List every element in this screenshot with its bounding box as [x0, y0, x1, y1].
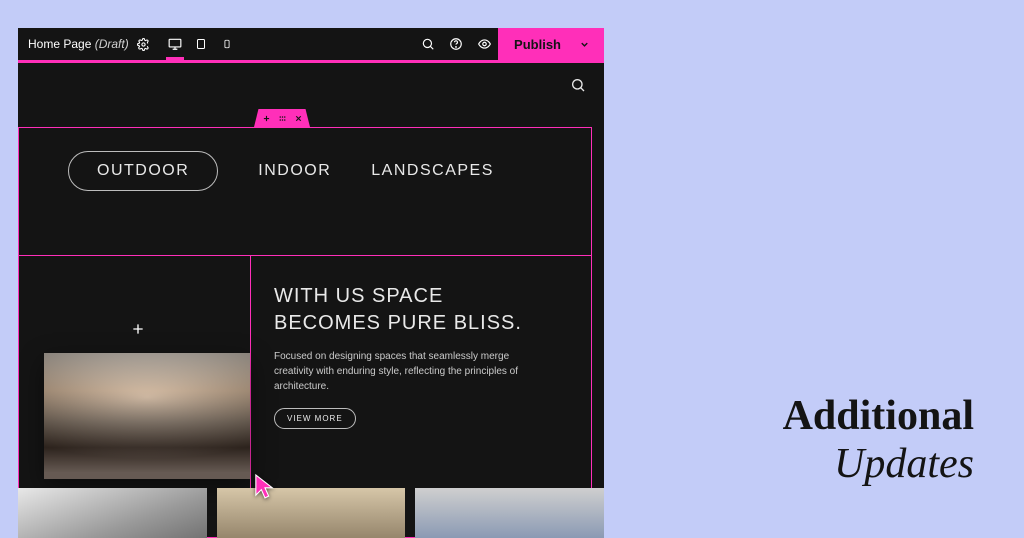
search-button[interactable] [414, 28, 442, 60]
preview-button[interactable] [470, 28, 498, 60]
publish-label: Publish [514, 37, 561, 52]
canvas-search-icon[interactable] [570, 77, 586, 93]
page-title: Home Page (Draft) [28, 37, 129, 51]
copy-block: WITH US SPACE BECOMES PURE BLISS. Focuse… [274, 283, 574, 429]
promo-headline: Additional Updates [783, 392, 974, 488]
settings-button[interactable] [137, 38, 150, 51]
add-content-button[interactable] [130, 321, 146, 337]
section-h-divider [18, 255, 592, 256]
help-button[interactable] [442, 28, 470, 60]
device-mobile-button[interactable] [216, 28, 238, 60]
nav-tabs: OUTDOOR INDOOR LANDSCAPES [18, 151, 604, 191]
body-text[interactable]: Focused on designing spaces that seamles… [274, 349, 534, 394]
promo-line2: Updates [783, 440, 974, 488]
gallery-image[interactable] [18, 488, 207, 538]
publish-button[interactable]: Publish [498, 28, 604, 60]
headline-line2: BECOMES PURE BLISS. [274, 312, 522, 334]
headline[interactable]: WITH US SPACE BECOMES PURE BLISS. [274, 283, 574, 337]
plus-icon [262, 114, 271, 123]
block-handle[interactable] [254, 109, 310, 127]
drag-icon [277, 114, 288, 123]
gallery-strip [18, 488, 604, 538]
gallery-image[interactable] [217, 488, 406, 538]
floating-image-tile[interactable] [44, 353, 250, 479]
device-toggles [164, 28, 238, 60]
editor-toolbar: Home Page (Draft) [18, 28, 604, 60]
device-desktop-button[interactable] [164, 28, 186, 60]
close-icon [294, 114, 303, 123]
page-name: Home Page [28, 37, 91, 51]
nav-tab-indoor[interactable]: INDOOR [258, 152, 331, 190]
promo-line1: Additional [783, 392, 974, 440]
editor-canvas[interactable]: OUTDOOR INDOOR LANDSCAPES WITH US SPACE … [18, 63, 604, 538]
draft-label: (Draft) [95, 37, 129, 51]
gallery-image[interactable] [415, 488, 604, 538]
device-tablet-button[interactable] [190, 28, 212, 60]
nav-tab-outdoor[interactable]: OUTDOOR [68, 151, 218, 191]
editor-window: Home Page (Draft) [18, 28, 604, 538]
view-more-button[interactable]: VIEW MORE [274, 408, 356, 429]
chevron-down-icon [579, 39, 590, 50]
nav-tab-landscapes[interactable]: LANDSCAPES [371, 152, 494, 190]
headline-line1: WITH US SPACE [274, 285, 443, 307]
